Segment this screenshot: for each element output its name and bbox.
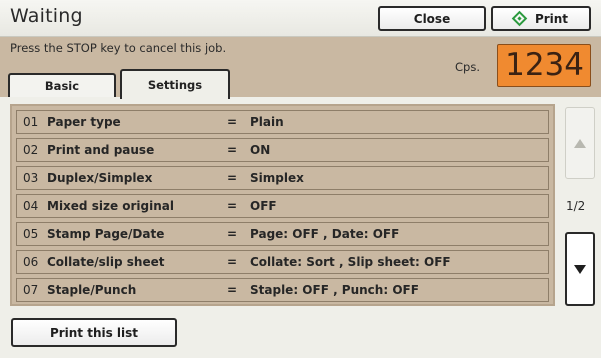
list-item[interactable]: 05 Stamp Page/Date = Page: OFF , Date: O… <box>16 222 549 246</box>
item-name: Stamp Page/Date <box>47 227 165 241</box>
tab-basic-label: Basic <box>44 79 80 93</box>
triangle-up-icon <box>574 138 586 148</box>
list-item[interactable]: 02 Print and pause = ON <box>16 138 549 162</box>
item-number: 06 <box>23 255 39 269</box>
item-number: 01 <box>23 115 39 129</box>
item-name: Mixed size original <box>47 199 174 213</box>
item-equals: = <box>227 143 238 157</box>
print-button[interactable]: Print <box>491 6 591 31</box>
tab-basic[interactable]: Basic <box>8 73 116 97</box>
item-number: 02 <box>23 143 39 157</box>
item-value: Collate: Sort , Slip sheet: OFF <box>250 255 451 269</box>
scroll-up-button[interactable] <box>565 107 595 179</box>
cps-label: Cps. <box>455 60 480 74</box>
item-number: 04 <box>23 199 39 213</box>
title-bar: Waiting Close Print <box>0 0 601 37</box>
list-item[interactable]: 01 Paper type = Plain <box>16 110 549 134</box>
page-indicator: 1/2 <box>566 199 586 213</box>
item-value: Simplex <box>250 171 304 185</box>
item-equals: = <box>227 227 238 241</box>
print-list-button[interactable]: Print this list <box>11 318 177 347</box>
item-name: Staple/Punch <box>47 283 137 297</box>
close-button-label: Close <box>413 11 451 26</box>
tab-settings-label: Settings <box>147 78 203 92</box>
copy-counter: 1234 <box>497 44 591 87</box>
triangle-down-icon <box>574 264 586 274</box>
close-button[interactable]: Close <box>378 6 486 31</box>
item-equals: = <box>227 199 238 213</box>
item-number: 03 <box>23 171 39 185</box>
item-equals: = <box>227 115 238 129</box>
item-value: ON <box>250 143 271 157</box>
item-name: Duplex/Simplex <box>47 171 153 185</box>
item-number: 07 <box>23 283 39 297</box>
item-equals: = <box>227 283 238 297</box>
item-value: Page: OFF , Date: OFF <box>250 227 400 241</box>
print-icon <box>511 10 528 27</box>
print-list-label: Print this list <box>49 325 139 340</box>
item-name: Paper type <box>47 115 121 129</box>
settings-list: 01 Paper type = Plain 02 Print and pause… <box>10 104 555 306</box>
list-item[interactable]: 07 Staple/Punch = Staple: OFF , Punch: O… <box>16 278 549 302</box>
window-title: Waiting <box>10 5 83 27</box>
item-name: Print and pause <box>47 143 155 157</box>
scroll-down-button[interactable] <box>565 232 595 306</box>
list-item[interactable]: 04 Mixed size original = OFF <box>16 194 549 218</box>
item-number: 05 <box>23 227 39 241</box>
item-equals: = <box>227 171 238 185</box>
stop-message: Press the STOP key to cancel this job. <box>10 41 227 55</box>
item-value: OFF <box>250 199 277 213</box>
item-name: Collate/slip sheet <box>47 255 165 269</box>
item-value: Staple: OFF , Punch: OFF <box>250 283 419 297</box>
list-item[interactable]: 03 Duplex/Simplex = Simplex <box>16 166 549 190</box>
print-button-label: Print <box>534 11 569 26</box>
item-value: Plain <box>250 115 284 129</box>
tab-settings[interactable]: Settings <box>120 69 230 99</box>
list-item[interactable]: 06 Collate/slip sheet = Collate: Sort , … <box>16 250 549 274</box>
item-equals: = <box>227 255 238 269</box>
